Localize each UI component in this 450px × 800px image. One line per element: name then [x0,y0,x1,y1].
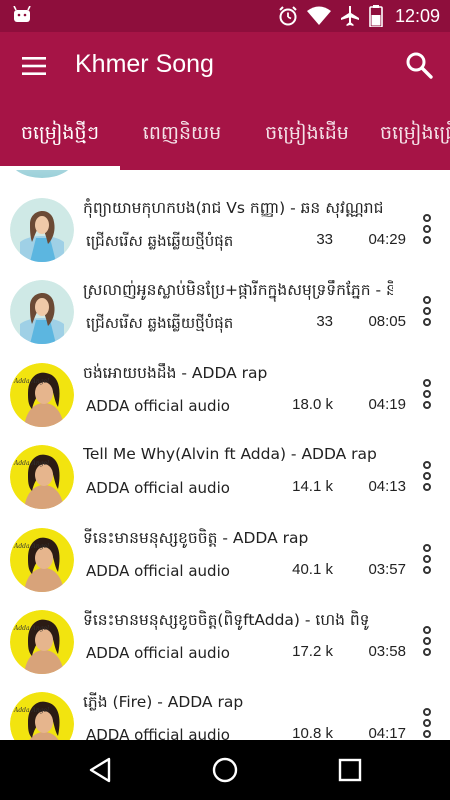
tab-original-songs[interactable]: ចម្រៀងដើម [244,100,370,170]
more-options-icon[interactable] [421,544,433,578]
more-options-icon[interactable] [421,296,433,330]
song-row[interactable]: Adda Angel ភ្លើង (Fire) - ADDA rap ADDA of… [0,682,450,740]
tab-new-songs[interactable]: ចម្រៀងថ្មីៗ [0,100,120,170]
tab-selected-songs[interactable]: ចម្រៀងជ្រើសរើស [380,100,450,170]
song-subtitle: ADDA official audio [86,562,230,580]
status-bar: 12:09 [0,0,450,32]
song-views: 33 [316,313,333,330]
song-list[interactable]: កុំព្យាយាមកុហកបង(រាជ Vs កញ្ញា) - ឆន សុវណ… [0,170,450,740]
song-views: 10.8 k [292,725,333,740]
more-options-icon[interactable] [421,626,433,660]
thumb-logo-text: Adda Angel [13,625,49,632]
thumb-logo-text: Adda Angel [13,378,49,385]
more-options-icon[interactable] [421,461,433,495]
app-title: Khmer Song [75,50,214,78]
song-thumbnail: Adda Angel [10,692,74,740]
song-duration: 03:58 [368,643,406,660]
search-icon[interactable] [404,50,434,80]
song-row[interactable]: Adda Angel ចង់អោយបងដឹង - ADDA rap ADDA off… [0,353,450,435]
song-views: 40.1 k [292,561,333,578]
song-subtitle: ADDA official audio [86,726,230,740]
song-thumbnail: Adda Angel [10,528,74,592]
song-row[interactable]: ស្រលាញ់អូនស្លាប់មិនប្រែ+ផ្ការីកក្នុងសមុទ… [0,270,450,352]
song-duration: 03:57 [368,561,406,578]
more-options-icon[interactable] [421,708,433,740]
song-duration: 04:17 [368,725,406,740]
song-subtitle: ADDA official audio [86,644,230,662]
android-icon [13,6,31,22]
song-title: ចង់អោយបងដឹង - ADDA rap [83,364,268,382]
song-thumbnail [10,280,74,344]
song-row[interactable]: Adda Angel ទីនេះមានមនុស្សខូចចិត្ត(ពិទូftA… [0,600,450,682]
song-title: ទីនេះមានមនុស្សខូចចិត្ត(ពិទូftAdda) - ហេង… [83,611,370,629]
more-options-icon[interactable] [421,379,433,413]
home-icon[interactable] [210,755,240,785]
navigation-bar [0,740,450,800]
tab-bar: ចម្រៀងថ្មីៗ ពេញនិយម ចម្រៀងដើម ចម្រៀងជ្រើ… [0,100,450,170]
thumb-logo-text: Adda Angel [13,543,49,550]
song-thumbnail: Adda Angel [10,363,74,427]
song-title: កុំព្យាយាមកុហកបង(រាជ Vs កញ្ញា) - ឆន សុវណ… [83,199,384,217]
song-row[interactable]: Adda Angel Tell Me Why(Alvin ft Adda) - A… [0,435,450,517]
song-thumbnail: Adda Angel [10,610,74,674]
song-views: 33 [316,231,333,248]
song-subtitle: ADDA official audio [86,397,230,415]
partial-thumbnail [10,170,74,178]
song-duration: 08:05 [368,313,406,330]
song-thumbnail [10,198,74,262]
song-title: ស្រលាញ់អូនស្លាប់មិនប្រែ+ផ្ការីកក្នុងសមុទ… [83,281,393,299]
airplane-icon [340,6,359,26]
song-subtitle: ជ្រើសរើស ឆ្លងឆ្លើយថ្មីបំផុត [86,232,234,250]
app-bar: Khmer Song [0,32,450,100]
song-title: ទីនេះមានមនុស្សខូចចិត្ត - ADDA rap [83,529,309,547]
tab-popular[interactable]: ពេញនិយម [122,100,242,170]
song-duration: 04:13 [368,478,406,495]
song-views: 18.0 k [292,396,333,413]
song-duration: 04:19 [368,396,406,413]
song-title: ភ្លើង (Fire) - ADDA rap [83,693,244,711]
song-subtitle: ជ្រើសរើស ឆ្លងឆ្លើយថ្មីបំផុត [86,314,234,332]
alarm-icon [279,6,297,26]
back-icon[interactable] [85,755,115,785]
menu-icon[interactable] [20,54,48,78]
wifi-icon [306,6,331,25]
song-views: 14.1 k [292,478,333,495]
song-title: Tell Me Why(Alvin ft Adda) - ADDA rap [83,445,377,463]
status-time: 12:09 [394,5,440,26]
song-row[interactable]: Adda Angel ទីនេះមានមនុស្សខូចចិត្ត - ADDA … [0,518,450,600]
song-subtitle: ADDA official audio [86,479,230,497]
battery-icon [369,5,383,27]
thumb-logo-text: Adda Angel [13,460,49,467]
thumb-logo-text: Adda Angel [13,707,49,714]
more-options-icon[interactable] [421,214,433,248]
song-duration: 04:29 [368,231,406,248]
song-views: 17.2 k [292,643,333,660]
song-row[interactable]: កុំព្យាយាមកុហកបង(រាជ Vs កញ្ញា) - ឆន សុវណ… [0,188,450,270]
recents-icon[interactable] [335,755,365,785]
song-thumbnail: Adda Angel [10,445,74,509]
